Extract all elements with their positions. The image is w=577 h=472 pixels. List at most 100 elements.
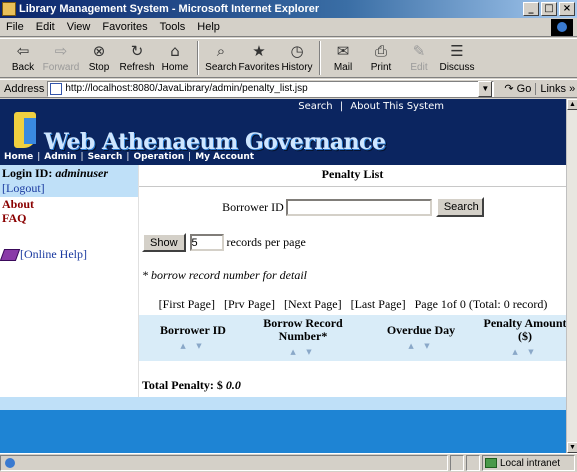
maximize-button[interactable]: □ <box>541 2 557 16</box>
nav-my-account[interactable]: My Account <box>195 152 254 162</box>
address-url: http://localhost:8080/JavaLibrary/admin/… <box>65 83 308 94</box>
standard-toolbar: ⇦ Back ⇨ Forward ⊗ Stop ↻ Refresh ⌂ Home ⌕ Sea… <box>0 38 577 78</box>
zone-label: Local intranet <box>500 457 561 469</box>
footer-light-strip <box>0 397 566 410</box>
search-button[interactable]: Search <box>435 197 484 217</box>
help-book-icon <box>0 248 21 261</box>
sidebar-about-link[interactable]: About <box>0 197 138 211</box>
next-page-link[interactable]: [Next Page] <box>284 297 342 311</box>
discuss-button[interactable]: ☰ Discuss <box>438 39 476 77</box>
toolbar-separator <box>319 41 321 75</box>
column-overdue-day: Overdue Day ▲ ▼ <box>359 315 483 361</box>
records-per-page-input[interactable] <box>189 234 224 251</box>
top-link-separator: | <box>339 101 344 112</box>
toolbar-separator <box>197 41 199 75</box>
menu-view[interactable]: View <box>61 21 97 33</box>
address-dropdown-icon[interactable]: ▼ <box>478 80 493 97</box>
pagination: [First Page] [Prv Page] [Next Page] [Las… <box>139 297 566 312</box>
nav-search[interactable]: Search <box>88 152 123 162</box>
menu-favorites[interactable]: Favorites <box>96 21 153 33</box>
sort-arrows-icon[interactable]: ▲ ▼ <box>408 340 433 353</box>
logout-link[interactable]: [Logout] <box>2 181 136 196</box>
borrower-id-label: Borrower ID <box>222 199 284 214</box>
column-borrow-record-number: Borrow Record Number* ▲ ▼ <box>247 315 359 361</box>
menu-help[interactable]: Help <box>191 21 226 33</box>
total-penalty-label: Total Penalty: $ <box>142 378 223 392</box>
page-icon <box>50 82 63 95</box>
nav-operation[interactable]: Operation <box>133 152 184 162</box>
sort-arrows-icon[interactable]: ▲ ▼ <box>512 346 537 359</box>
menu-tools[interactable]: Tools <box>154 21 192 33</box>
top-link-about[interactable]: About This System <box>350 101 444 112</box>
address-bar: Address http://localhost:8080/JavaLibrar… <box>0 79 577 98</box>
status-cell <box>466 455 480 471</box>
online-help-label: [Online Help] <box>20 247 87 261</box>
minimize-button[interactable]: _ <box>523 2 539 16</box>
close-button[interactable]: × <box>559 2 575 16</box>
detail-note: * borrow record number for detail <box>142 268 307 282</box>
home-button[interactable]: ⌂ Home <box>156 39 194 77</box>
first-page-link[interactable]: [First Page] <box>159 297 215 311</box>
menu-edit[interactable]: Edit <box>30 21 61 33</box>
window-title: Library Management System - Microsoft In… <box>19 3 320 15</box>
nav-admin[interactable]: Admin <box>44 152 76 162</box>
column-label: Borrow Record Number* <box>263 316 343 343</box>
column-penalty-amount: Penalty Amount ($) ▲ ▼ <box>483 315 566 361</box>
print-icon: ⎙ <box>374 42 387 60</box>
search-toolbar-button[interactable]: ⌕ Search <box>202 39 240 77</box>
page-viewport: Search | About This System Web Athenaeum… <box>0 99 566 453</box>
menu-file[interactable]: File <box>0 21 30 33</box>
column-label: Penalty Amount ($) <box>483 316 566 343</box>
back-button[interactable]: ⇦ Back <box>4 39 42 77</box>
back-arrow-icon: ⇦ <box>16 42 30 60</box>
top-link-search[interactable]: Search <box>298 101 332 112</box>
status-text-cell <box>0 455 448 471</box>
stop-button[interactable]: ⊗ Stop <box>80 39 118 77</box>
sidebar: Login ID: adminuser [Logout] About FAQ [… <box>0 165 138 397</box>
login-box: Login ID: adminuser [Logout] <box>0 165 138 197</box>
mail-button[interactable]: ✉ Mail <box>324 39 362 77</box>
last-page-link[interactable]: [Last Page] <box>351 297 406 311</box>
status-cell <box>450 455 464 471</box>
scroll-down-icon[interactable]: ▼ <box>567 442 577 453</box>
links-button[interactable]: Links » <box>535 82 575 95</box>
history-icon: ◷ <box>290 42 304 60</box>
refresh-button[interactable]: ↻ Refresh <box>118 39 156 77</box>
prev-page-link[interactable]: [Prv Page] <box>224 297 275 311</box>
window-title-bar: Library Management System - Microsoft In… <box>0 0 577 18</box>
records-per-page-label: records per page <box>226 235 306 249</box>
ie-throbber-icon <box>551 18 573 36</box>
site-logo-icon <box>14 112 36 148</box>
online-help-link[interactable]: [Online Help] <box>0 247 138 262</box>
refresh-icon: ↻ <box>130 42 144 60</box>
menu-bar: File Edit View Favorites Tools Help <box>0 18 577 37</box>
nav-home[interactable]: Home <box>4 152 33 162</box>
forward-arrow-icon: ⇨ <box>54 42 68 60</box>
show-button[interactable]: Show <box>142 233 186 252</box>
status-bar: Local intranet <box>0 453 577 472</box>
main-content: Penalty List Borrower ID Search Show rec… <box>138 165 566 397</box>
column-borrower-id: Borrower ID ▲ ▼ <box>139 315 247 361</box>
stop-icon: ⊗ <box>92 42 106 60</box>
page-info: Page 1of 0 (Total: 0 record) <box>414 297 548 311</box>
vertical-scrollbar[interactable]: ▲ ▼ <box>566 99 577 453</box>
address-label: Address <box>4 82 45 95</box>
sort-arrows-icon[interactable]: ▲ ▼ <box>180 340 205 353</box>
history-button[interactable]: ◷ History <box>278 39 316 77</box>
sort-arrows-icon[interactable]: ▲ ▼ <box>290 346 315 359</box>
favorites-button[interactable]: ★ Favorites <box>238 39 279 77</box>
edit-icon: ✎ <box>412 42 426 60</box>
ie-page-icon <box>5 458 15 468</box>
sidebar-faq-link[interactable]: FAQ <box>0 211 138 225</box>
scroll-up-icon[interactable]: ▲ <box>567 99 577 110</box>
penalty-table-header: Borrower ID ▲ ▼ Borrow Record Number* ▲ … <box>139 315 566 361</box>
forward-button[interactable]: ⇨ Forward <box>42 39 80 77</box>
home-icon: ⌂ <box>170 42 180 60</box>
column-label: Overdue Day <box>386 322 456 337</box>
go-button[interactable]: ↷ Go <box>500 82 535 95</box>
records-per-page-row: Show records per page <box>142 233 306 252</box>
edit-button[interactable]: ✎ Edit <box>400 39 438 77</box>
borrower-id-input[interactable] <box>285 198 432 216</box>
print-button[interactable]: ⎙ Print <box>362 39 400 77</box>
address-input[interactable]: http://localhost:8080/JavaLibrary/admin/… <box>47 80 495 97</box>
